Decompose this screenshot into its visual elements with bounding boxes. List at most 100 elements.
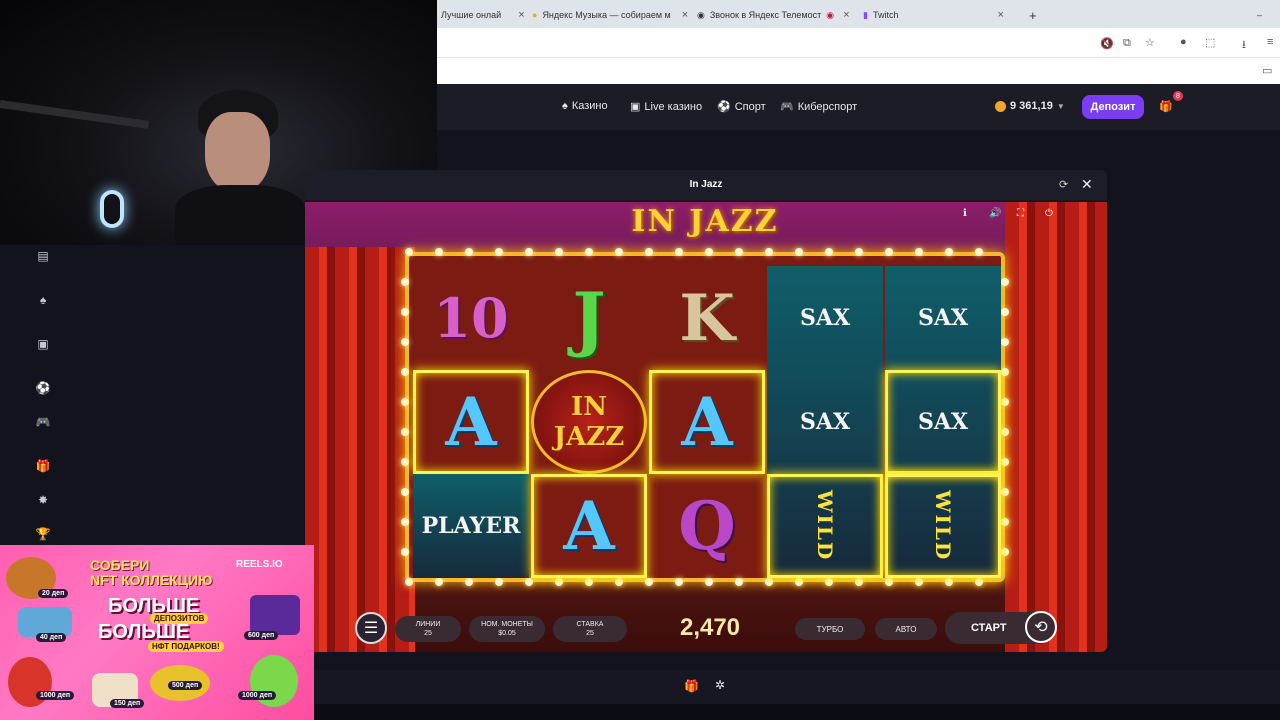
nav-live-casino[interactable]: ▣ Live казино (630, 100, 702, 114)
light-bulb (675, 248, 683, 256)
nav-esport[interactable]: 🎮 Киберспорт (780, 100, 857, 114)
light-bulb (945, 578, 953, 586)
slots-icon[interactable]: ▤ (32, 249, 54, 265)
install-icon[interactable]: ⧉ (1123, 37, 1131, 50)
light-bulb (401, 308, 409, 316)
win-amount: 2,470 (679, 614, 741, 641)
menu-icon[interactable]: ≡ (1267, 36, 1273, 48)
light-bulb (615, 248, 623, 256)
reload-icon[interactable]: ⟳ (1059, 178, 1068, 191)
close-icon[interactable]: ✕ (1081, 176, 1093, 193)
light-bulb (1001, 278, 1009, 286)
browser-tab[interactable]: Лучшие онлай × (441, 4, 525, 26)
fullscreen-icon[interactable]: ⛶ (1017, 208, 1024, 219)
live-icon[interactable]: ▣ (32, 337, 54, 353)
light-bulb (855, 248, 863, 256)
tab-close-icon[interactable]: × (843, 9, 849, 21)
cookie-icon[interactable]: ● (1180, 36, 1187, 48)
download-icon[interactable]: ⭳ (1242, 36, 1246, 55)
minimize-button[interactable]: – (1257, 4, 1262, 26)
light-bulb (675, 578, 683, 586)
symbol-cell: K (679, 280, 735, 356)
curtain-left (305, 247, 415, 652)
light-bulb (1001, 368, 1009, 376)
sound-icon[interactable]: 🔊 (989, 208, 1001, 219)
sport-icon[interactable]: ⚽ (32, 381, 54, 397)
light-bulb (525, 248, 533, 256)
light-bulb (401, 398, 409, 406)
balance-display[interactable]: 9 361,19 ▼ (995, 100, 1065, 112)
bookmarks-bar: ▭ (437, 58, 1280, 84)
gift-icon[interactable]: 🎁 (32, 459, 54, 475)
hamburger-menu-icon[interactable]: ☰ (355, 612, 387, 644)
telemost-icon: ◉ (697, 9, 705, 20)
game-title: In Jazz (305, 170, 1107, 200)
turbo-toggle[interactable]: ТУРБО (795, 618, 865, 640)
browser-tab[interactable]: ● Яндекс Музыка — собираем м × (532, 4, 688, 26)
coin-icon (995, 100, 1006, 112)
gift-icon[interactable]: 🎁 (684, 679, 699, 693)
gift-icon[interactable]: 🎁 (1159, 100, 1173, 113)
symbol-cell: A (649, 370, 765, 474)
trophy-icon[interactable]: 🏆 (32, 527, 54, 543)
mute-icon[interactable]: 🔇 (1100, 37, 1114, 50)
new-tab-button[interactable]: + (1029, 4, 1037, 26)
game-controls: ☰ ЛИНИИ 25 НОМ. МОНЕТЫ $0.05 СТАВКА 25 2,47… (345, 606, 1065, 650)
light-bulb (495, 578, 503, 586)
light-bulb (465, 248, 473, 256)
streamer-face (205, 112, 270, 192)
light-bulb (945, 248, 953, 256)
deposit-button[interactable]: Депозит (1082, 95, 1144, 119)
light-bulb (405, 248, 413, 256)
reel-3: K A Q (649, 266, 765, 576)
casino-icon[interactable]: ♠ (32, 293, 54, 309)
light-bulb (795, 578, 803, 586)
extensions-icon[interactable]: ⬚ (1205, 36, 1215, 49)
browser-tab[interactable]: ◉ Звонок в Яндекс Телемост ◉ × (697, 4, 850, 26)
star-icon[interactable]: ✸ (32, 493, 54, 509)
promo-headline-2: NFT КОЛЛЕКЦИЮ (90, 572, 213, 588)
nav-casino[interactable]: ♠ Казино (562, 100, 608, 112)
light-bulb (1001, 428, 1009, 436)
tab-close-icon[interactable]: × (518, 9, 524, 21)
notification-badge: 8 (1173, 91, 1183, 101)
light-bulb (975, 578, 983, 586)
bet-control[interactable]: СТАВКА 25 (553, 616, 627, 642)
light-bulb (735, 578, 743, 586)
star-icon[interactable]: ☆ (1145, 36, 1155, 49)
coin-value-control[interactable]: НОМ. МОНЕТЫ $0.05 (469, 616, 545, 642)
casino-icon: ♠ (562, 100, 568, 112)
tab-close-icon[interactable]: × (997, 9, 1003, 21)
light-bulb (555, 578, 563, 586)
nav-sport[interactable]: ⚽ Спорт (717, 100, 766, 114)
streamer-shirt (175, 185, 305, 245)
sidebar: ▤ ♠ ▣ ⚽ 🎮 🎁 ✸ 🏆 (22, 245, 66, 545)
light-bulb (825, 248, 833, 256)
promo-banner[interactable]: СОБЕРИ NFT КОЛЛЕКЦИЮ REELS.IO БОЛЬШЕ ДЕП… (0, 545, 314, 720)
auto-toggle[interactable]: АВТО (875, 618, 937, 640)
light-bulb (435, 248, 443, 256)
game-logo: IN JAZZ (631, 204, 779, 239)
info-icon[interactable]: ℹ (963, 208, 967, 219)
browser-tab[interactable]: ▮ Twitch × (863, 4, 1004, 26)
light-bulb (645, 578, 653, 586)
tab-close-icon[interactable]: × (682, 9, 688, 21)
settings-icon[interactable]: ✲ (715, 678, 725, 692)
gamepad-icon[interactable]: 🎮 (32, 415, 54, 431)
symbol-cell: WILD (767, 474, 883, 578)
reel-4: SAX SAX WILD (767, 266, 883, 578)
site-header: ♠ Казино ▣ Live казино ⚽ Спорт 🎮 Киберспорт … (437, 84, 1280, 130)
light-bulb (401, 368, 409, 376)
light-bulb (1001, 308, 1009, 316)
light-bulb (915, 578, 923, 586)
address-bar[interactable]: 🔇 ⧉ ☆ ● ⬚ ⭳ ≡ (437, 28, 1280, 58)
recording-icon: ◉ (826, 9, 835, 20)
light-bulb (1001, 548, 1009, 556)
light-bulb (465, 578, 473, 586)
folder-icon[interactable]: ▭ (1262, 64, 1272, 77)
power-icon[interactable]: ⏻ (1045, 208, 1053, 219)
reels-frame: 10 A PLAYER J IN JAZZ A K A Q SAX SAX WI… (401, 248, 1009, 586)
lines-control[interactable]: ЛИНИИ 25 (395, 616, 461, 642)
spin-icon[interactable]: ⟲ (1025, 611, 1057, 643)
light-bulb (401, 488, 409, 496)
